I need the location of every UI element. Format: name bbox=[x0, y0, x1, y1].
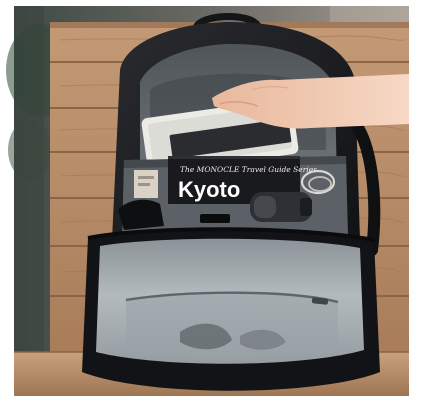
guidebook-series-label: The MONOCLE Travel Guide Series bbox=[180, 165, 317, 174]
front-flap bbox=[82, 227, 380, 391]
backpack-photo: The MONOCLE Travel Guide Series Kyoto bbox=[0, 0, 423, 403]
water-bottle bbox=[250, 192, 312, 222]
guidebook-title: Kyoto bbox=[178, 177, 240, 202]
